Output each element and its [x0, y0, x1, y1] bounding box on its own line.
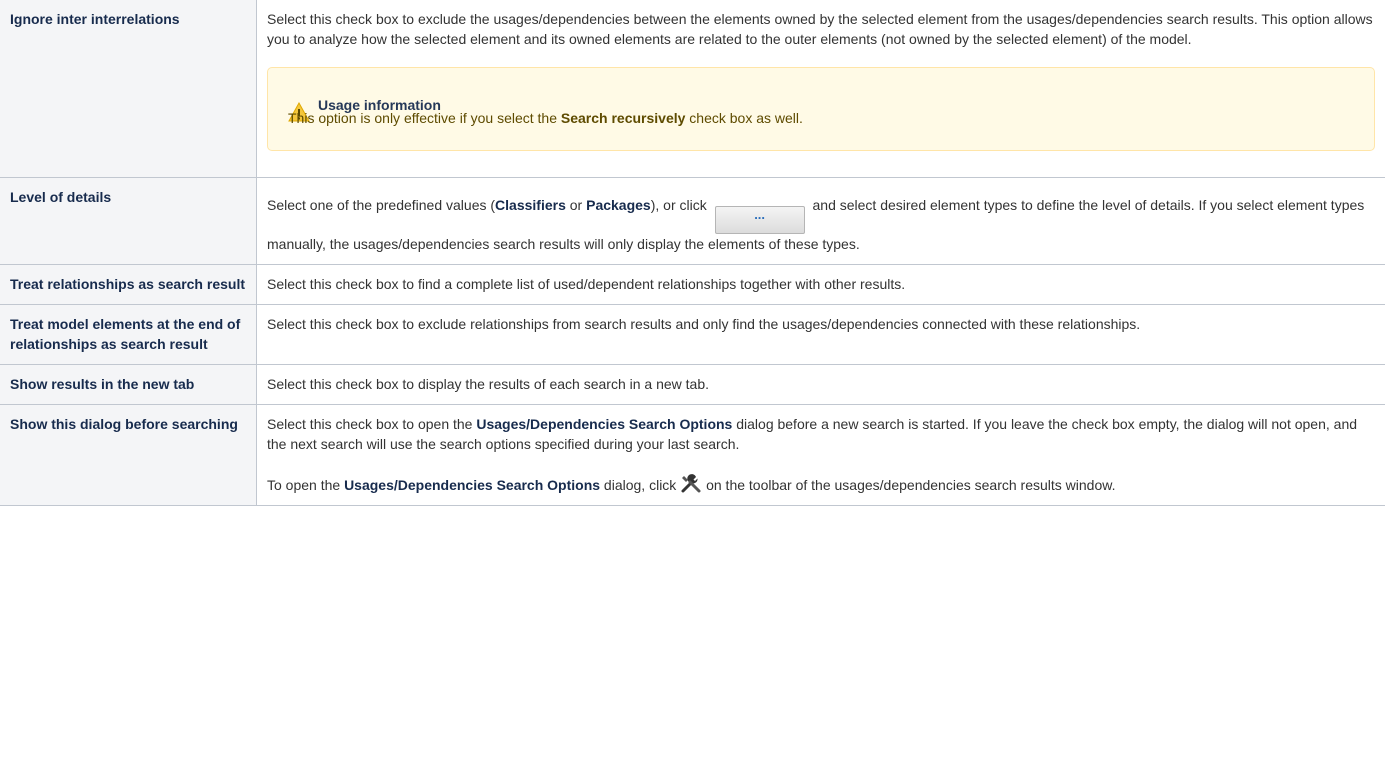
option-description: Select this check box to exclude the usa…	[256, 0, 1385, 178]
table-row: Treat relationships as search result Sel…	[0, 264, 1385, 305]
option-name: Level of details	[0, 177, 257, 265]
description-text: Select this check box to open the Usages…	[267, 416, 1358, 452]
ellipsis-button[interactable]: ...	[714, 206, 805, 234]
option-description: Select one of the predefined values (Cla…	[256, 177, 1385, 265]
option-name: Show results in the new tab	[0, 364, 257, 405]
table-row: Show this dialog before searching Select…	[0, 404, 1385, 506]
option-description: Select this check box to exclude relatio…	[256, 304, 1385, 365]
usage-information-note: Usage information This option is only ef…	[267, 67, 1375, 151]
table-row: Level of details Select one of the prede…	[0, 177, 1385, 265]
description-text: Select this check box to find a complete…	[267, 276, 906, 292]
option-name: Show this dialog before searching	[0, 404, 257, 506]
table-row: Ignore inter interrelations Select this …	[0, 0, 1385, 178]
search-options-table: Ignore inter interrelations Select this …	[0, 0, 1385, 506]
note-text: This option is only effective if you sel…	[288, 110, 803, 126]
option-name: Treat relationships as search result	[0, 264, 257, 305]
option-name: Ignore inter interrelations	[0, 0, 257, 178]
description-text: To open the Usages/Dependencies Search O…	[267, 474, 1375, 495]
option-name: Treat model elements at the end of relat…	[0, 304, 257, 365]
table-row: Treat model elements at the end of relat…	[0, 304, 1385, 365]
option-description: Select this check box to display the res…	[256, 364, 1385, 405]
option-description: Select this check box to find a complete…	[256, 264, 1385, 305]
wrench-screwdriver-icon	[681, 474, 701, 493]
description-text: Select this check box to display the res…	[267, 376, 710, 392]
description-text: Select this check box to exclude the usa…	[267, 11, 1373, 47]
table-row: Show results in the new tab Select this …	[0, 364, 1385, 405]
description-text: Select one of the predefined values (Cla…	[267, 197, 1365, 252]
option-description: Select this check box to open the Usages…	[256, 404, 1385, 506]
description-text: Select this check box to exclude relatio…	[267, 316, 1141, 332]
